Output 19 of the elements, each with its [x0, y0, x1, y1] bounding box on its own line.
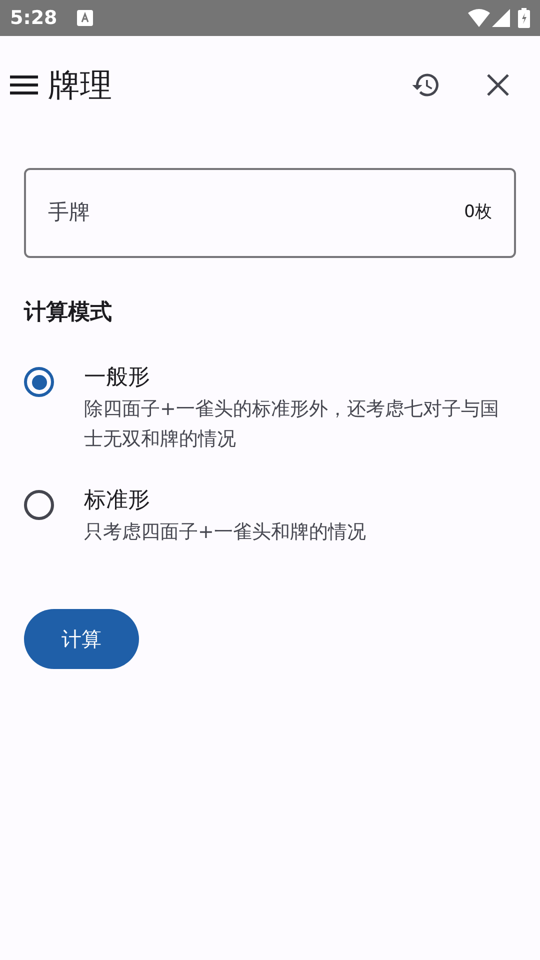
option-label: 一般形 [84, 364, 151, 392]
app-title: 牌理 [48, 65, 112, 106]
option-description: 只考虑四面子+一雀头和牌的情况 [84, 520, 367, 545]
hand-input: 手牌 [48, 197, 464, 229]
radio-button[interactable] [24, 490, 54, 520]
signal-icon [492, 9, 510, 27]
battery-icon [518, 8, 530, 28]
option-description: 除四面子+一雀头的标准形外，还考虑七对子与国士无双和牌的情况 [84, 397, 500, 452]
radio-button[interactable] [24, 367, 54, 397]
menu-icon [10, 75, 38, 95]
option-label: 标准形 [84, 487, 151, 515]
tile-count: 0枚 [464, 201, 492, 224]
status-time: 5:28 [10, 6, 58, 31]
calculate-button[interactable]: 计算 [24, 609, 139, 669]
notification-icon [77, 10, 94, 26]
hand-input-field[interactable]: 手牌 0枚 [24, 168, 516, 258]
section-heading: 计算模式 [24, 299, 113, 327]
close-icon [487, 74, 509, 96]
wifi-icon [468, 9, 490, 27]
